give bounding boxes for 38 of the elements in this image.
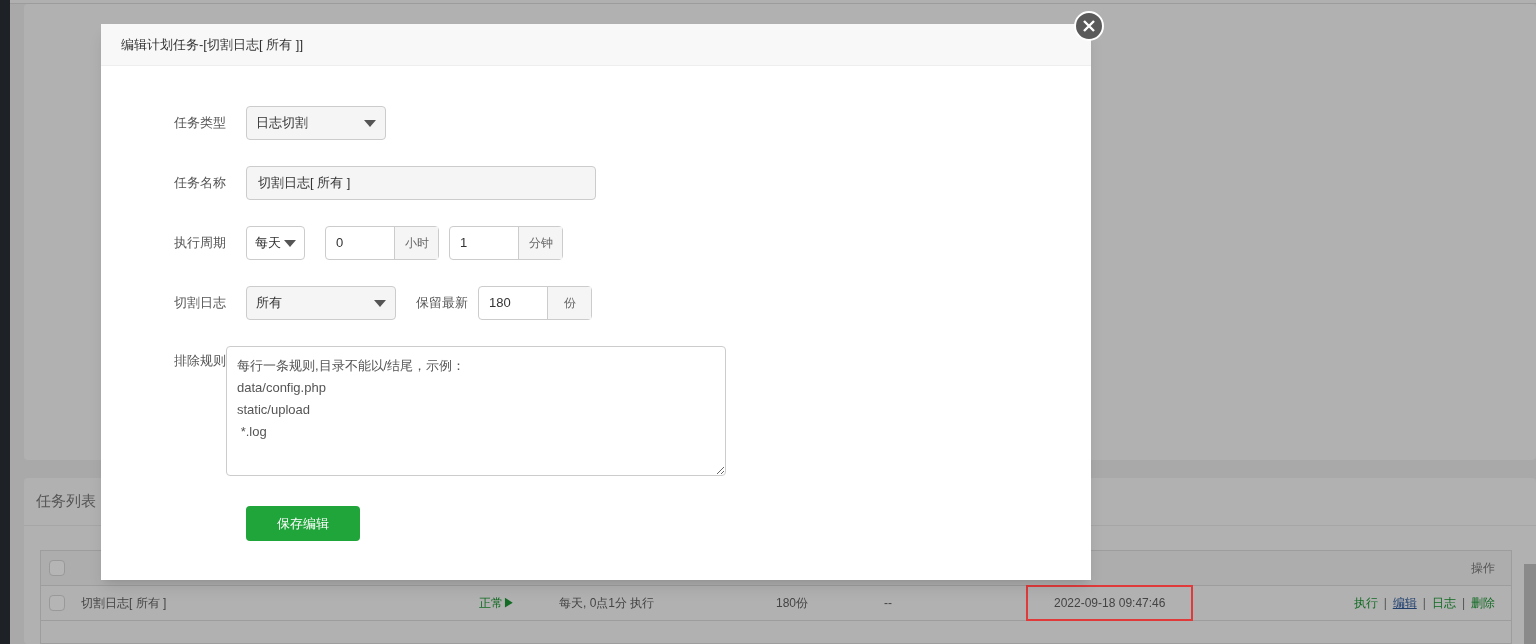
table-cell-text: 每天, 0点1分 执行 [559,595,656,612]
unit-label: 小时 [394,227,438,259]
exclude-rules-field[interactable]: 每行一条规则,目录不能以/结尾，示例： data/config.php static/upload *.log [226,346,726,476]
dialog-title: 编辑计划任务-[切割日志[ 所有 ]] [121,35,303,54]
link-separator: | [1383,595,1387,612]
table-cell: 2022-09-18 09:47:46 [1026,585,1194,621]
table-cell-text: 180份 [776,595,810,612]
field-value: 1 [459,234,469,253]
field-label: 切割日志 [174,294,227,313]
panel-title: 任务列表 [36,491,96,512]
caret-icon [374,299,386,307]
keep-count-field[interactable]: 180 份 [478,286,592,320]
table-cell-text: 切割日志[ 所有 ] [81,595,168,612]
field-label: 保留最新 [416,294,468,313]
cycle-select[interactable]: 每天 [246,226,305,260]
action-link[interactable]: 编辑 [1392,594,1417,612]
hour-field[interactable]: 0 小时 [325,226,439,260]
link-separator: | [1422,595,1426,612]
link-separator: | [1461,595,1465,612]
checkbox[interactable] [49,595,65,611]
checkbox[interactable] [49,560,65,576]
cut-log-select[interactable]: 所有 [246,286,396,320]
field-value: 180 [488,294,512,313]
column-header: 操作 [1471,560,1496,577]
unit-label: 分钟 [518,227,562,259]
unit-label: 份 [547,287,591,319]
field-label: 任务类型 [174,114,227,133]
minute-field[interactable]: 1 分钟 [449,226,563,260]
scrollbar[interactable] [1524,564,1536,644]
field-label: 执行周期 [174,234,227,253]
task-name-field[interactable]: 切割日志[ 所有 ] [246,166,596,200]
field-label: 排除规则 [174,353,226,368]
caret-icon [364,119,376,127]
task-type-select[interactable]: 日志切割 [246,106,386,140]
caret-icon [284,239,296,247]
field-value: 0 [335,234,345,253]
field-label: 任务名称 [174,174,227,193]
table-cell-text: -- [884,595,893,612]
